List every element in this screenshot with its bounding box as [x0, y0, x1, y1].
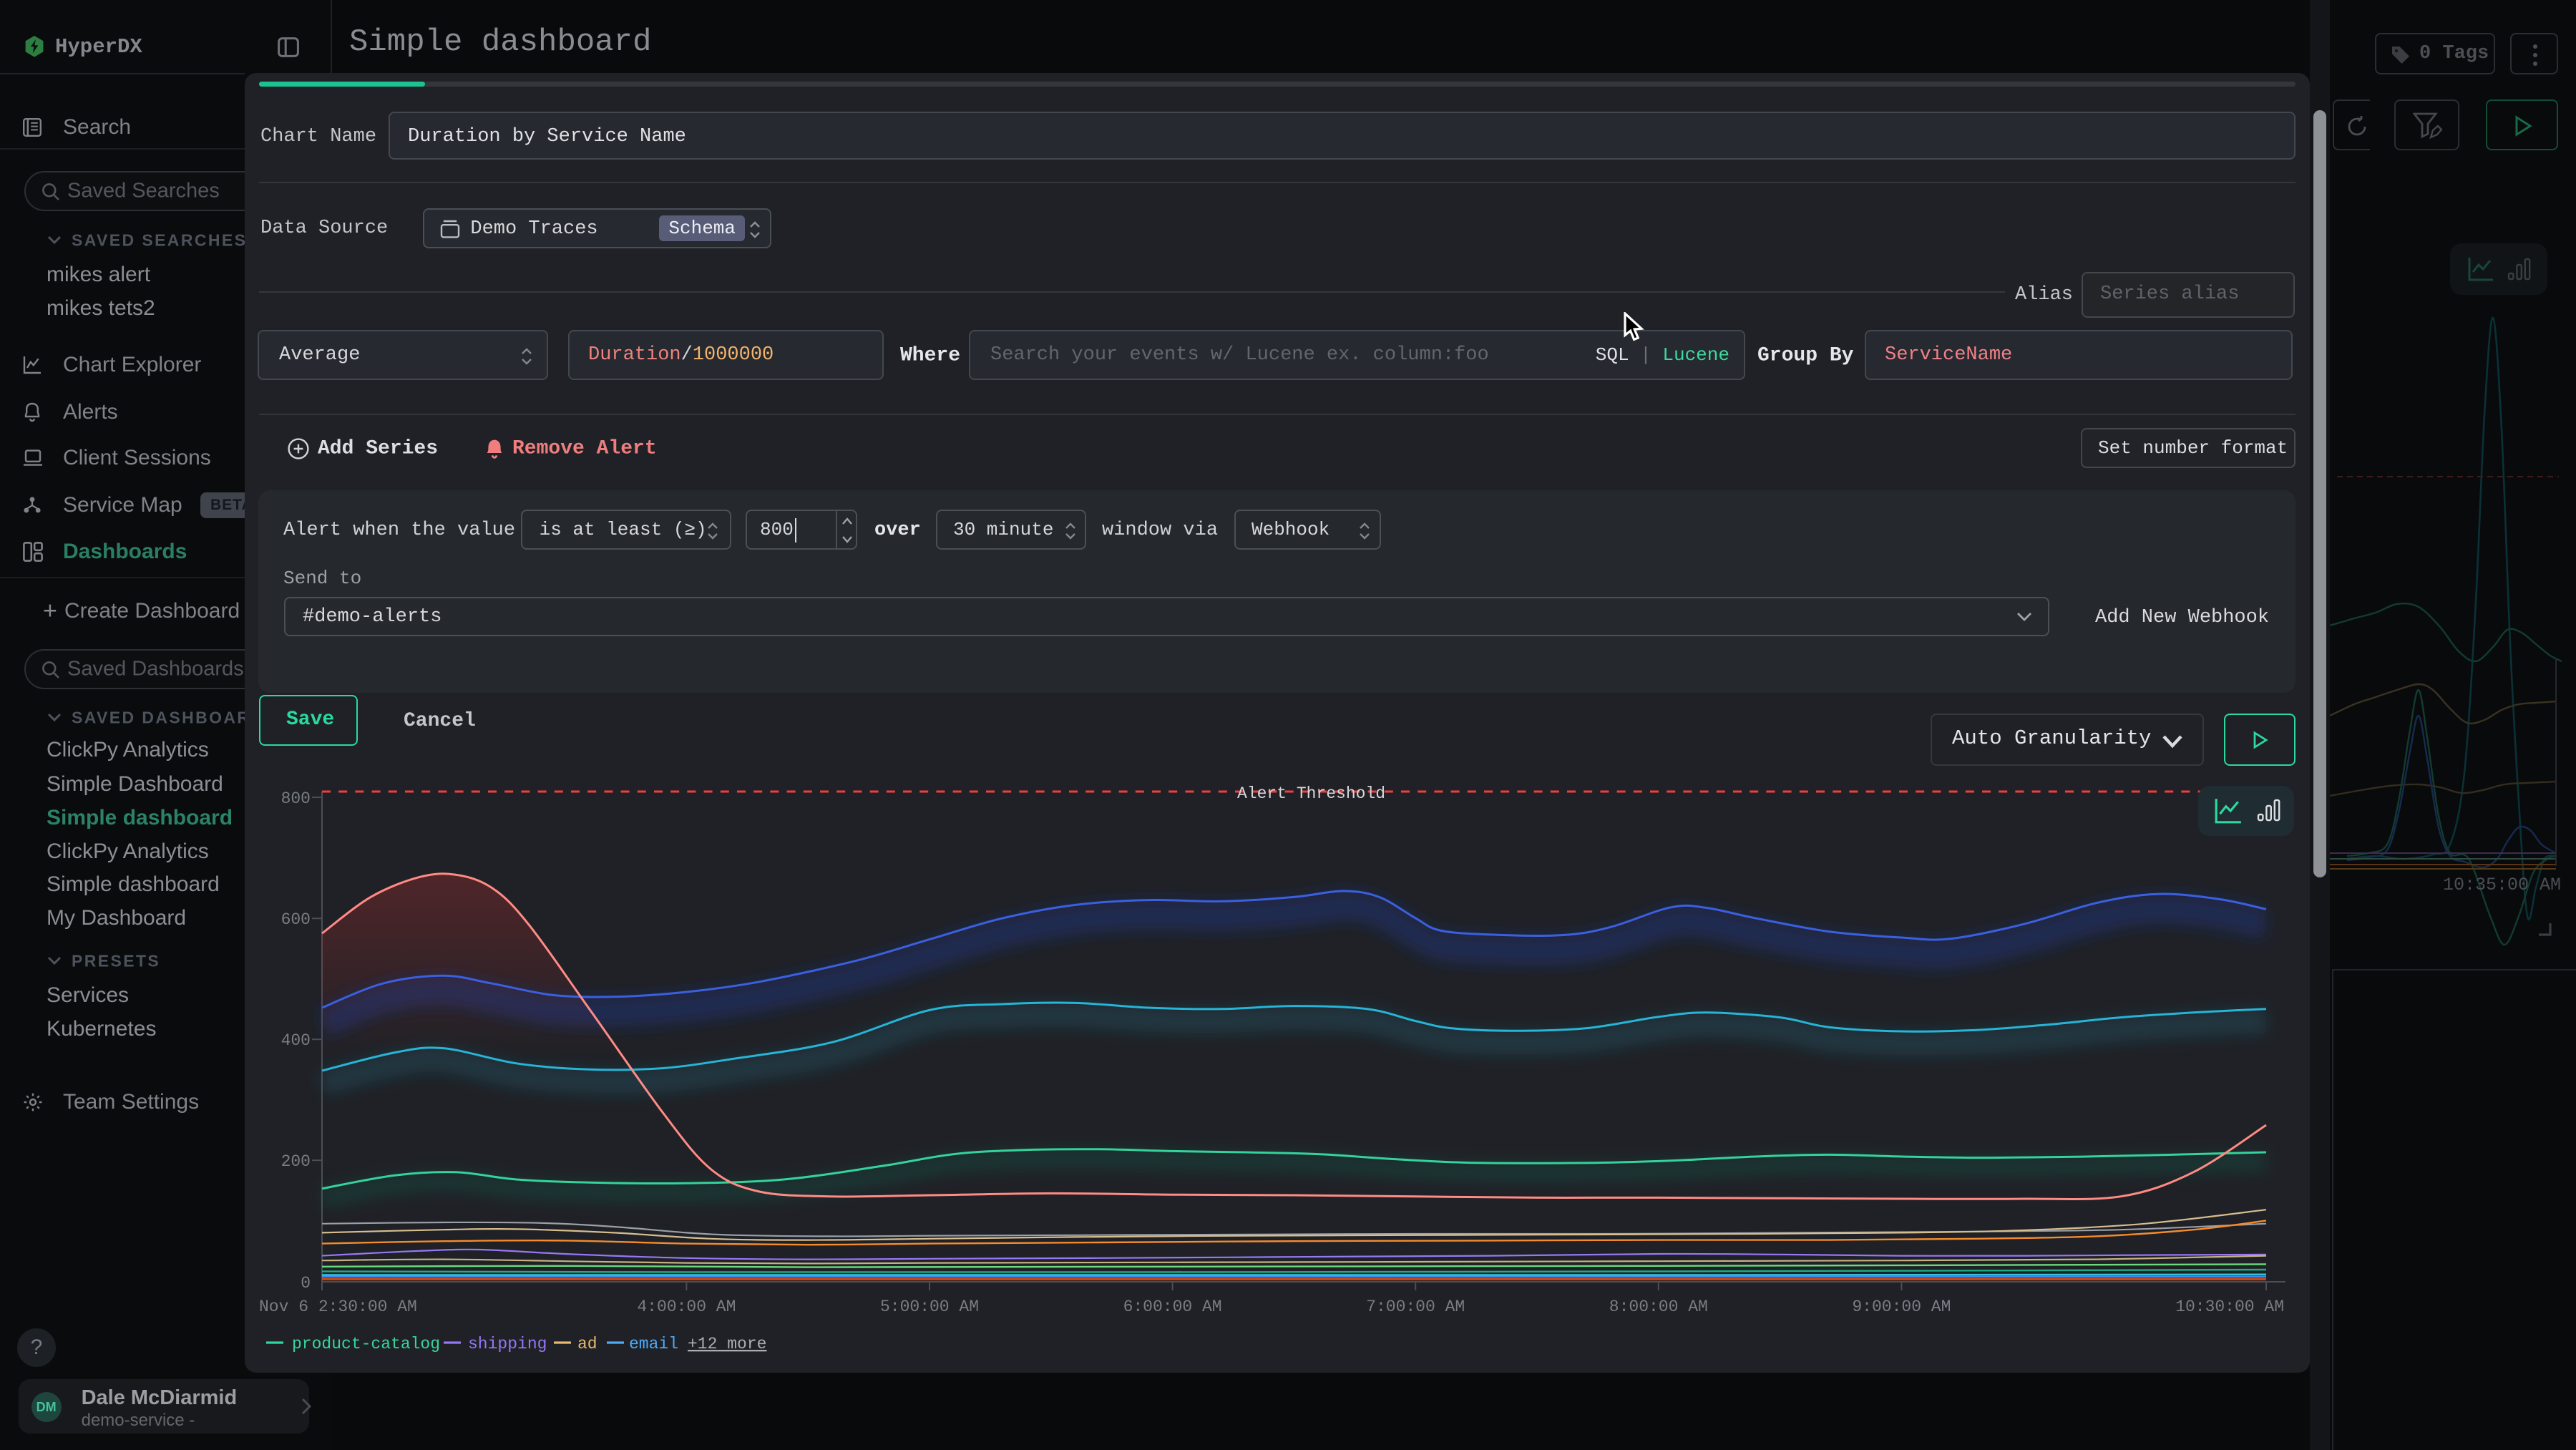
- svg-text:9:00:00 AM: 9:00:00 AM: [1852, 1298, 1951, 1316]
- svg-text:product-catalog: product-catalog: [292, 1335, 440, 1353]
- svg-text:6:00:00 AM: 6:00:00 AM: [1123, 1298, 1222, 1316]
- svg-text:600: 600: [281, 910, 311, 929]
- svg-text:shipping: shipping: [468, 1335, 547, 1353]
- svg-text:8:00:00 AM: 8:00:00 AM: [1609, 1298, 1708, 1316]
- svg-text:ad: ad: [577, 1335, 597, 1353]
- svg-text:10:30:00 AM: 10:30:00 AM: [2175, 1298, 2284, 1316]
- svg-text:Alert Threshold: Alert Threshold: [1237, 784, 1385, 803]
- svg-text:400: 400: [281, 1031, 311, 1050]
- svg-text:5:00:00 AM: 5:00:00 AM: [880, 1298, 979, 1316]
- svg-text:7:00:00 AM: 7:00:00 AM: [1366, 1298, 1465, 1316]
- svg-text:200: 200: [281, 1152, 311, 1171]
- svg-text:+12 more: +12 more: [688, 1335, 766, 1353]
- svg-text:800: 800: [281, 789, 311, 808]
- svg-text:4:00:00 AM: 4:00:00 AM: [637, 1298, 736, 1316]
- svg-text:email: email: [629, 1335, 678, 1353]
- svg-text:0: 0: [301, 1274, 311, 1293]
- svg-text:Nov 6 2:30:00 AM: Nov 6 2:30:00 AM: [259, 1298, 417, 1316]
